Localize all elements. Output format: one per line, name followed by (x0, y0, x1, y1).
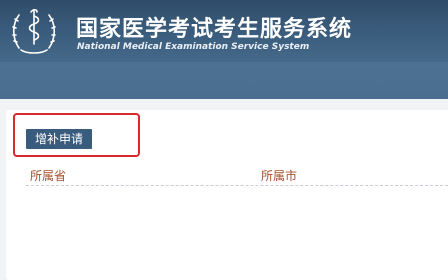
app-header: 国家医学考试考生服务系统 National Medical Examinatio… (0, 0, 448, 62)
app-subtitle: National Medical Examination Service Sys… (77, 42, 310, 52)
medical-emblem-icon (12, 8, 56, 54)
table-divider (26, 185, 448, 186)
app-title: 国家医学考试考生服务系统 (76, 17, 353, 42)
supplement-apply-button[interactable]: 增补申请 (26, 129, 92, 149)
column-header-province: 所属省 (30, 169, 67, 183)
nav-bar (0, 62, 448, 99)
column-header-city: 所属市 (261, 169, 298, 183)
